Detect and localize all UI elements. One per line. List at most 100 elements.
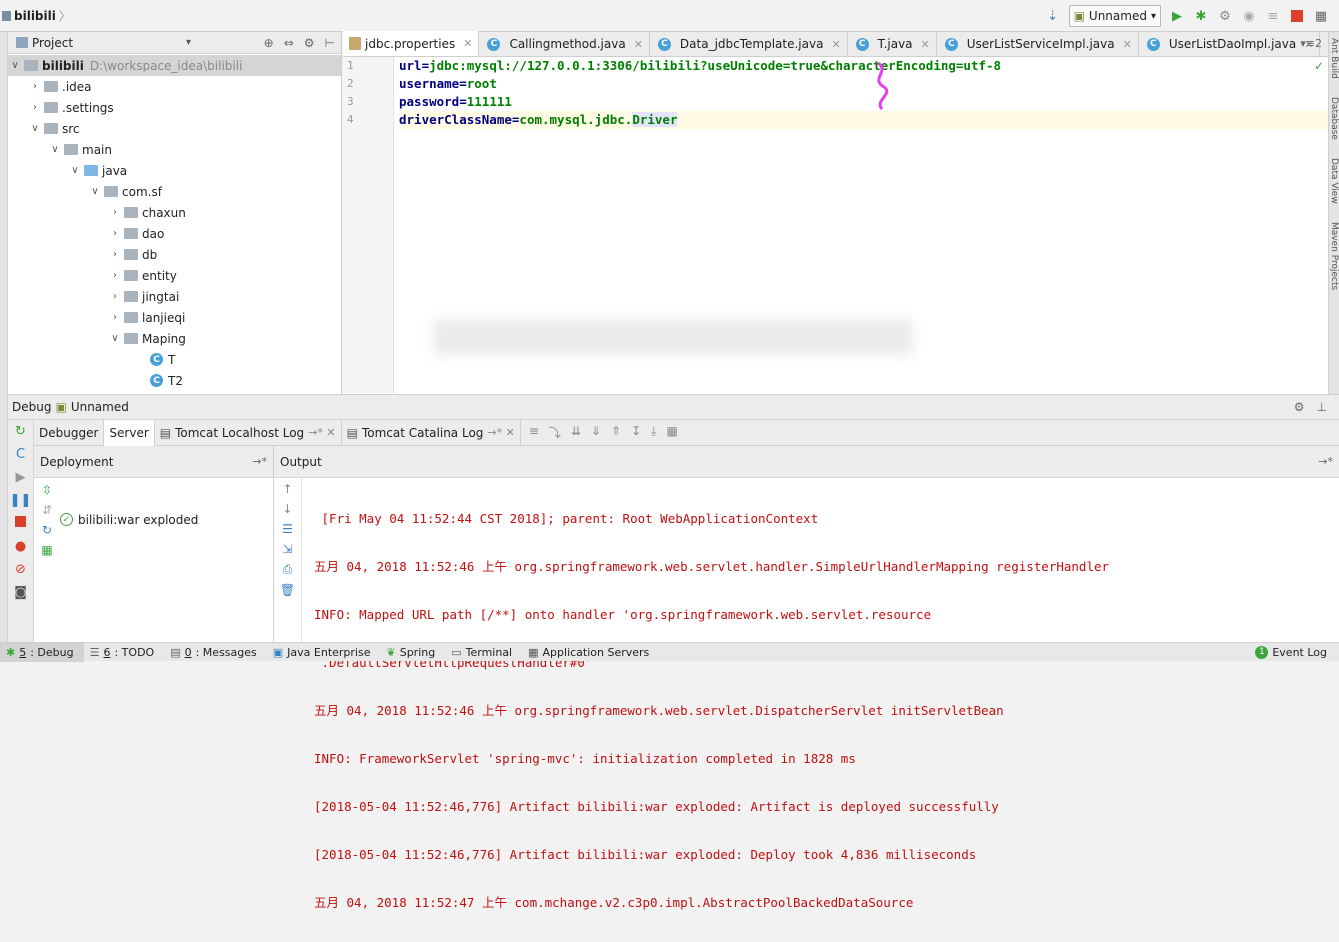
chevron-right-icon[interactable]: › — [108, 312, 122, 323]
tool-tab-messages[interactable]: ▤ 0: Messages — [164, 643, 267, 662]
chevron-right-icon[interactable]: › — [108, 249, 122, 260]
rerun-icon[interactable]: ↻ — [15, 424, 26, 439]
gear-icon[interactable]: ⚙ — [1294, 400, 1305, 414]
output-log[interactable]: [Fri May 04 11:52:44 CST 2018]; parent: … — [314, 480, 1339, 942]
tree-item-entity[interactable]: › entity — [8, 265, 341, 286]
profile-icon[interactable]: ◉ — [1241, 8, 1257, 24]
tool-tab-debug[interactable]: ✱ 5: Debug — [0, 642, 84, 662]
camera-icon[interactable]: ◙ — [14, 585, 27, 600]
scroll-to-end-icon[interactable]: ⇲ — [282, 542, 292, 556]
pin-icon[interactable]: →* — [252, 455, 267, 468]
tree-item-com-sf[interactable]: ∨ com.sf — [8, 181, 341, 202]
tree-item-java[interactable]: ∨ java — [8, 160, 341, 181]
tree-item-db[interactable]: › db — [8, 244, 341, 265]
close-icon[interactable]: ✕ — [1123, 38, 1132, 51]
collapse-icon[interactable]: ⇔ — [284, 36, 294, 50]
breadcrumb[interactable]: bilibili 〉 — [2, 7, 71, 24]
tree-item-maping[interactable]: ∨ Maping — [8, 328, 341, 349]
tool-tab-todo[interactable]: ☰ 6: TODO — [84, 643, 165, 662]
tree-item-settings[interactable]: › .settings — [8, 97, 341, 118]
scroll-up-icon[interactable]: ↑ — [282, 482, 292, 496]
project-view-select[interactable]: Project — [32, 36, 73, 50]
run-configuration-select[interactable]: ▣ Unnamed ▾ — [1068, 5, 1161, 27]
attach-icon[interactable]: ≡ — [1265, 8, 1281, 24]
build-icon[interactable]: ⇣ — [1045, 8, 1061, 24]
project-structure-icon[interactable]: ▦ — [1313, 8, 1329, 24]
hide-icon[interactable]: ⊢ — [325, 36, 335, 50]
tree-item-src[interactable]: ∨ src — [8, 118, 341, 139]
clear-all-icon[interactable]: 🗑 — [280, 583, 295, 597]
tree-item-main[interactable]: ∨ main — [8, 139, 341, 160]
close-icon[interactable]: ✕ — [831, 38, 840, 51]
tree-item-idea[interactable]: › .idea — [8, 76, 341, 97]
chevron-down-icon[interactable]: ∨ — [68, 165, 82, 176]
run-icon[interactable]: ▶ — [1169, 8, 1185, 24]
debug-icon[interactable]: ✱ — [1193, 8, 1209, 24]
locate-icon[interactable]: ⊕ — [264, 36, 274, 50]
tab-tomcat-localhost-log[interactable]: ▤ Tomcat Localhost Log →* ✕ — [155, 419, 342, 446]
chevron-down-icon[interactable]: ∨ — [108, 333, 122, 344]
tab-callingmethod[interactable]: C Callingmethod.java ✕ — [479, 32, 650, 56]
close-icon[interactable]: →* ✕ — [308, 426, 335, 439]
tree-item-chaxun[interactable]: › chaxun — [8, 202, 341, 223]
chevron-down-icon[interactable]: ▾ — [186, 37, 191, 48]
update-icon[interactable]: C — [16, 447, 25, 462]
chevron-down-icon[interactable]: ∨ — [48, 144, 62, 155]
coverage-icon[interactable]: ⚙ — [1217, 8, 1233, 24]
database-tool[interactable]: Database — [1329, 97, 1339, 140]
tool-tab-spring[interactable]: ❦ Spring — [381, 643, 446, 662]
deployment-item[interactable]: ✓ bilibili:war exploded — [60, 478, 198, 557]
refresh-icon[interactable]: ↻ — [42, 523, 52, 537]
chevron-right-icon[interactable]: › — [108, 291, 122, 302]
data-view-tool[interactable]: Data View — [1329, 158, 1339, 204]
tab-jdbc-properties[interactable]: jdbc.properties ✕ — [343, 31, 480, 56]
print-icon[interactable]: ⎙ — [283, 562, 293, 577]
gear-icon[interactable]: ⚙ — [304, 36, 315, 50]
close-icon[interactable]: ✕ — [921, 38, 930, 51]
tab-userlistserviceimpl[interactable]: C UserListServiceImpl.java ✕ — [937, 32, 1139, 56]
event-log-button[interactable]: 1 Event Log — [1255, 645, 1327, 659]
run-to-cursor-icon[interactable]: ⤓ — [651, 424, 656, 441]
chevron-down-icon[interactable]: ∨ — [28, 123, 42, 134]
breadcrumb-project[interactable]: bilibili — [14, 9, 56, 23]
maven-projects-tool[interactable]: Maven Projects — [1329, 222, 1339, 290]
open-browser-icon[interactable]: ▦ — [41, 543, 52, 557]
tab-t-java[interactable]: C T.java ✕ — [848, 32, 937, 56]
close-icon[interactable]: ✕ — [463, 37, 472, 50]
tab-debugger[interactable]: Debugger — [34, 419, 105, 446]
chevron-right-icon[interactable]: › — [28, 102, 42, 113]
tree-item-jingtai[interactable]: › jingtai — [8, 286, 341, 307]
stop-icon[interactable] — [15, 516, 26, 531]
hide-icon[interactable]: ⊥ — [1317, 400, 1327, 414]
undeploy-icon[interactable]: ⇵ — [42, 503, 52, 517]
chevron-right-icon[interactable]: › — [108, 270, 122, 281]
tool-tab-java-enterprise[interactable]: ▣ Java Enterprise — [267, 643, 381, 662]
tree-item-t2[interactable]: C T2 — [8, 370, 341, 391]
tab-data-jdbctemplate[interactable]: C Data_jdbcTemplate.java ✕ — [650, 32, 848, 56]
ant-build-tool[interactable]: Ant Build — [1329, 38, 1339, 79]
evaluate-icon[interactable]: ▦ — [666, 424, 677, 441]
resume-icon[interactable]: ▶ — [16, 470, 26, 485]
tab-server[interactable]: Server — [104, 419, 155, 446]
chevron-right-icon[interactable]: › — [108, 207, 122, 218]
step-out-icon[interactable]: ⇑ — [611, 424, 621, 441]
chevron-right-icon[interactable]: › — [28, 81, 42, 92]
show-execution-point-icon[interactable]: ≡ — [529, 424, 539, 441]
tree-item-bilibili[interactable]: ∨ bilibili D:\workspace_idea\bilibili — [8, 55, 341, 76]
soft-wrap-icon[interactable]: ☰ — [282, 522, 293, 536]
tab-tomcat-catalina-log[interactable]: ▤ Tomcat Catalina Log →* ✕ — [342, 419, 521, 446]
scroll-down-icon[interactable]: ↓ — [282, 502, 292, 516]
step-over-icon[interactable]: ⤵ — [549, 424, 561, 441]
tab-overflow-icon[interactable]: ▾≡2 — [1300, 37, 1322, 50]
pin-icon[interactable]: →* — [1318, 455, 1333, 468]
chevron-down-icon[interactable]: ∨ — [8, 60, 22, 71]
force-step-into-icon[interactable]: ⇓ — [591, 424, 601, 441]
deploy-all-icon[interactable]: ⇳ — [42, 483, 52, 497]
tab-userlistdaoimpl[interactable]: C UserListDaoImpl.java ✕ — [1139, 32, 1321, 56]
close-icon[interactable]: →* ✕ — [487, 426, 514, 439]
breakpoints-icon[interactable]: ● — [15, 539, 26, 554]
tree-item-t[interactable]: CT — [8, 349, 341, 370]
tool-tab-application-servers[interactable]: ▦ Application Servers — [522, 643, 659, 662]
mute-breakpoints-icon[interactable]: ⊘ — [15, 562, 26, 577]
pause-icon[interactable]: ❚❚ — [10, 493, 32, 508]
